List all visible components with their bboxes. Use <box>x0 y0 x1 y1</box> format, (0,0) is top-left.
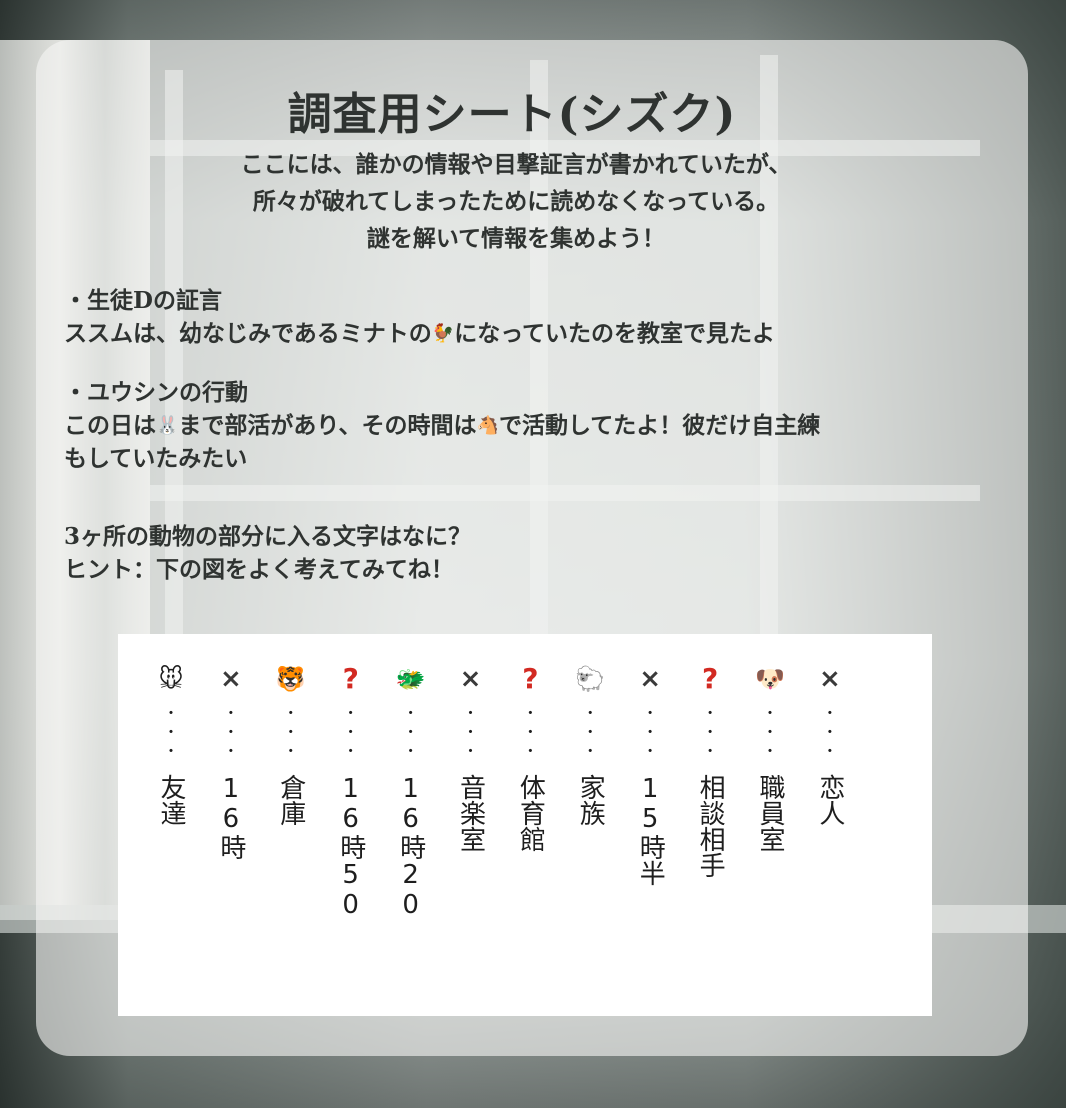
hint-label: 相談相手 <box>695 774 726 878</box>
cross-icon: × <box>219 664 242 694</box>
question-block: 3ヶ所の動物の部分に入る文字はなに？ ヒント：下の図をよく考えてみてね！ <box>64 520 471 586</box>
yuushin-body-line: もしていたみたい <box>64 445 248 472</box>
dotted-connector: ・・・ <box>702 704 718 760</box>
intro-text: ここには、誰かの情報や目撃証言が書かれていたが、 所々が破れてしまったために読め… <box>0 146 1032 257</box>
yuushin-heading: ・ユウシンの行動 <box>64 379 248 406</box>
rooster-icon: 🐓 <box>431 323 455 344</box>
hint-text: ヒント：下の図をよく考えてみてね！ <box>64 556 454 583</box>
hint-column: ? ・・・ 16時50 <box>331 660 371 920</box>
cross-icon: × <box>818 664 841 694</box>
hint-label: 15時半 <box>635 774 666 886</box>
dotted-connector: ・・・ <box>403 704 419 760</box>
hint-column: × ・・・音楽室 <box>451 660 491 852</box>
intro-line: 謎を解いて情報を集めよう！ <box>366 225 666 252</box>
hint-column: 🐑 ・・・家族 <box>570 660 610 826</box>
hint-column: × ・・・ 16時 <box>211 660 251 860</box>
question-icon: ? <box>701 662 719 695</box>
rat-icon: 🐭 <box>158 665 184 693</box>
hint-label: 16時 <box>215 774 246 860</box>
hint-column: ? ・・・相談相手 <box>690 660 730 878</box>
dragon-icon: 🐲 <box>395 665 426 693</box>
dotted-connector: ・・・ <box>223 704 239 760</box>
hint-label: 体育館 <box>515 774 546 852</box>
hint-column: 🐶 ・・・職員室 <box>750 660 790 852</box>
question-icon: ? <box>342 662 359 695</box>
hint-label: 友達 <box>156 774 186 826</box>
horse-icon: 🐴 <box>476 415 499 436</box>
yuushin-body-line: この日は🐰まで部活があり、その時間は🐴で活動してたよ！彼だけ自主練 <box>64 409 820 442</box>
dotted-connector: ・・・ <box>582 704 598 760</box>
hint-label: 倉庫 <box>275 774 306 826</box>
hint-column: 🐭 ・・・友達 <box>151 660 191 826</box>
dotted-connector: ・・・ <box>163 704 179 760</box>
sheep-icon: 🐑 <box>575 665 606 693</box>
hint-column: × ・・・恋人 <box>810 660 850 826</box>
hint-column: 🐲 ・・・ 16時20 <box>391 660 431 920</box>
hint-label: 職員室 <box>755 774 785 852</box>
testimony-student-d: ・生徒Dの証言 ススムは、幼なじみであるミナトの🐓になっていたのを教室で見たよ <box>64 284 775 350</box>
testimony-heading: ・生徒Dの証言 <box>64 287 222 314</box>
dotted-connector: ・・・ <box>462 704 478 760</box>
dotted-connector: ・・・ <box>762 704 778 760</box>
dotted-connector: ・・・ <box>522 704 538 760</box>
intro-line: 所々が破れてしまったために読めなくなっている。 <box>252 188 780 215</box>
cross-icon: × <box>639 664 662 694</box>
rabbit-icon: 🐰 <box>156 415 179 436</box>
cross-icon: × <box>459 664 482 694</box>
hint-label: 16時20 <box>395 774 426 920</box>
dotted-connector: ・・・ <box>642 704 658 760</box>
tiger-icon: 🐯 <box>275 665 306 693</box>
dotted-connector: ・・・ <box>283 704 299 760</box>
hint-label: 恋人 <box>814 774 845 826</box>
hint-column: ? ・・・体育館 <box>510 660 550 852</box>
hint-column: × ・・・ 15時半 <box>630 660 670 886</box>
hint-column: 🐯 ・・・倉庫 <box>271 660 311 826</box>
hint-label: 音楽室 <box>455 774 486 852</box>
dotted-connector: ・・・ <box>822 704 838 760</box>
dog-icon: 🐶 <box>755 665 785 693</box>
intro-line: ここには、誰かの情報や目撃証言が書かれていたが、 <box>240 151 792 178</box>
testimony-body: ススムは、幼なじみであるミナトの🐓になっていたのを教室で見たよ <box>64 317 775 350</box>
yuushin-actions: ・ユウシンの行動 この日は🐰まで部活があり、その時間は🐴で活動してたよ！彼だけ自… <box>64 376 820 475</box>
hint-label: 家族 <box>575 774 606 826</box>
sheet-title: 調査用シート(シズク) <box>287 89 737 140</box>
hint-label: 16時50 <box>335 774 366 920</box>
question-text: 3ヶ所の動物の部分に入る文字はなに？ <box>64 523 472 550</box>
question-icon: ? <box>522 662 539 695</box>
dotted-connector: ・・・ <box>343 704 359 760</box>
